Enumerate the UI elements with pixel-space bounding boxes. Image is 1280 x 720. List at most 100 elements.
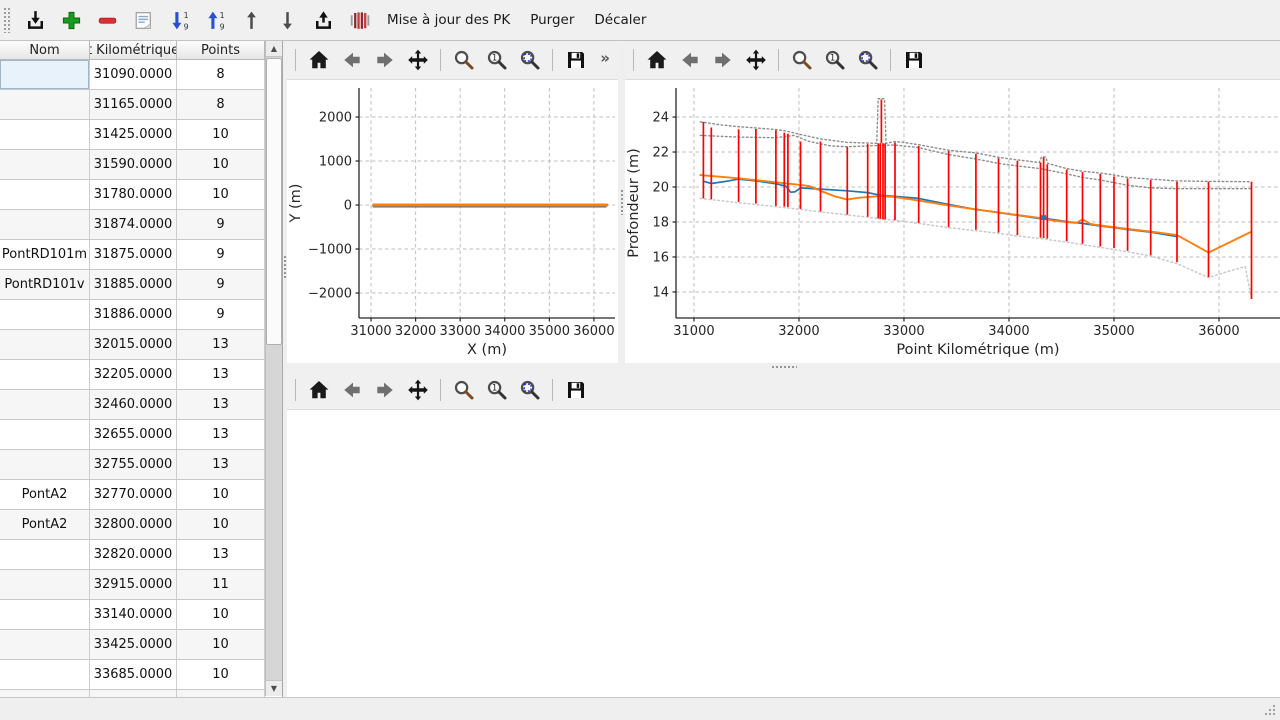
scroll-up-button[interactable]: ▲ [266, 41, 282, 57]
table-row[interactable]: 31165.00008 [0, 90, 265, 120]
cell-points[interactable]: 10 [177, 660, 265, 690]
zoom-button[interactable] [448, 374, 479, 405]
save-button[interactable] [560, 374, 591, 405]
table-row[interactable]: 33425.000010 [0, 630, 265, 660]
cell-points[interactable]: 13 [177, 450, 265, 480]
table-row[interactable]: 32655.000013 [0, 420, 265, 450]
cell-nom[interactable] [0, 600, 90, 630]
table-row[interactable]: 31886.00009 [0, 300, 265, 330]
cell-pk[interactable]: 32755.0000 [90, 450, 177, 480]
cell-nom[interactable] [0, 180, 90, 210]
cell-nom[interactable] [0, 540, 90, 570]
cell-points[interactable]: 9 [177, 210, 265, 240]
cell-nom[interactable] [0, 60, 90, 90]
cell-pk[interactable]: 32800.0000 [90, 510, 177, 540]
cell-pk[interactable] [90, 690, 177, 697]
cell-nom[interactable] [0, 300, 90, 330]
cell-points[interactable]: 13 [177, 390, 265, 420]
sort-ascending-button[interactable]: 1 9 [198, 3, 232, 37]
zoom-region-button[interactable] [514, 374, 545, 405]
cell-pk[interactable]: 31165.0000 [90, 90, 177, 120]
table-row[interactable]: PontRD101m31875.00009 [0, 240, 265, 270]
import-button[interactable] [18, 3, 52, 37]
plots-bottom-splitter[interactable] [287, 363, 1280, 370]
plots-splitter[interactable] [618, 41, 625, 363]
cell-pk[interactable]: 31886.0000 [90, 300, 177, 330]
table-row[interactable]: 32755.000013 [0, 450, 265, 480]
resize-grip-icon[interactable] [1263, 703, 1277, 717]
table-row[interactable]: 32460.000013 [0, 390, 265, 420]
cell-points[interactable]: 10 [177, 150, 265, 180]
cell-nom[interactable]: PontA2 [0, 510, 90, 540]
move-up-button[interactable] [234, 3, 268, 37]
cell-points[interactable]: 10 [177, 180, 265, 210]
cell-nom[interactable] [0, 360, 90, 390]
table-row[interactable]: 32205.000013 [0, 360, 265, 390]
table-row[interactable]: 31590.000010 [0, 150, 265, 180]
cell-nom[interactable] [0, 210, 90, 240]
notes-button[interactable] [126, 3, 160, 37]
cell-points[interactable] [177, 690, 265, 697]
cell-pk[interactable]: 32770.0000 [90, 480, 177, 510]
cell-nom[interactable] [0, 570, 90, 600]
cell-pk[interactable]: 32205.0000 [90, 360, 177, 390]
remove-button[interactable] [90, 3, 124, 37]
column-header-nom[interactable]: Nom [0, 41, 90, 60]
table-row[interactable]: 32015.000013 [0, 330, 265, 360]
home-button[interactable] [303, 45, 334, 76]
table-row[interactable]: 31090.00008 [0, 60, 265, 90]
cell-points[interactable]: 13 [177, 420, 265, 450]
back-button[interactable] [336, 45, 367, 76]
shift-button[interactable]: Décaler [584, 3, 656, 37]
zoom-button[interactable] [786, 45, 817, 76]
zoom-to-one-button[interactable]: 1 [819, 45, 850, 76]
cell-pk[interactable]: 31874.0000 [90, 210, 177, 240]
cell-pk[interactable]: 33425.0000 [90, 630, 177, 660]
toolbar-grip[interactable] [3, 7, 11, 33]
cell-pk[interactable]: 33140.0000 [90, 600, 177, 630]
cell-pk[interactable]: 32820.0000 [90, 540, 177, 570]
plan-chart[interactable]: 310003200033000340003500036000200010000−… [287, 80, 618, 363]
table-row[interactable]: 33685.000010 [0, 660, 265, 690]
cell-pk[interactable]: 33685.0000 [90, 660, 177, 690]
cell-pk[interactable]: 31780.0000 [90, 180, 177, 210]
cell-nom[interactable] [0, 690, 90, 697]
cell-nom[interactable] [0, 330, 90, 360]
cell-nom[interactable]: PontRD101v [0, 270, 90, 300]
cell-pk[interactable]: 31875.0000 [90, 240, 177, 270]
home-button[interactable] [641, 45, 672, 76]
back-button[interactable] [336, 374, 367, 405]
sort-descending-button[interactable]: 1 9 [162, 3, 196, 37]
cell-pk[interactable]: 31590.0000 [90, 150, 177, 180]
cell-nom[interactable] [0, 390, 90, 420]
cell-points[interactable]: 13 [177, 540, 265, 570]
table-row[interactable]: 33140.000010 [0, 600, 265, 630]
save-button[interactable] [898, 45, 929, 76]
cell-nom[interactable]: PontA2 [0, 480, 90, 510]
cell-points[interactable]: 8 [177, 60, 265, 90]
cell-points[interactable]: 10 [177, 630, 265, 660]
export-button[interactable] [306, 3, 340, 37]
cell-points[interactable]: 10 [177, 120, 265, 150]
cell-points[interactable]: 10 [177, 510, 265, 540]
table-row[interactable]: 31874.00009 [0, 210, 265, 240]
add-button[interactable] [54, 3, 88, 37]
cell-points[interactable]: 10 [177, 600, 265, 630]
cell-nom[interactable] [0, 450, 90, 480]
cell-points[interactable]: 9 [177, 270, 265, 300]
cell-nom[interactable] [0, 150, 90, 180]
zoom-region-button[interactable] [514, 45, 545, 76]
table-row[interactable]: 31425.000010 [0, 120, 265, 150]
toolbar-overflow-button[interactable]: » [600, 49, 610, 67]
table-row[interactable]: 32820.000013 [0, 540, 265, 570]
purge-button[interactable]: Purger [520, 3, 584, 37]
profile-chart[interactable]: 3100032000330003400035000360001416182022… [625, 80, 1280, 363]
cell-nom[interactable] [0, 630, 90, 660]
cell-nom[interactable] [0, 90, 90, 120]
empty-plot-canvas[interactable] [287, 410, 1280, 697]
table-row[interactable]: 32915.000011 [0, 570, 265, 600]
cell-points[interactable]: 9 [177, 240, 265, 270]
zoom-to-one-button[interactable]: 1 [481, 374, 512, 405]
cell-points[interactable]: 11 [177, 570, 265, 600]
pan-button[interactable] [402, 374, 433, 405]
